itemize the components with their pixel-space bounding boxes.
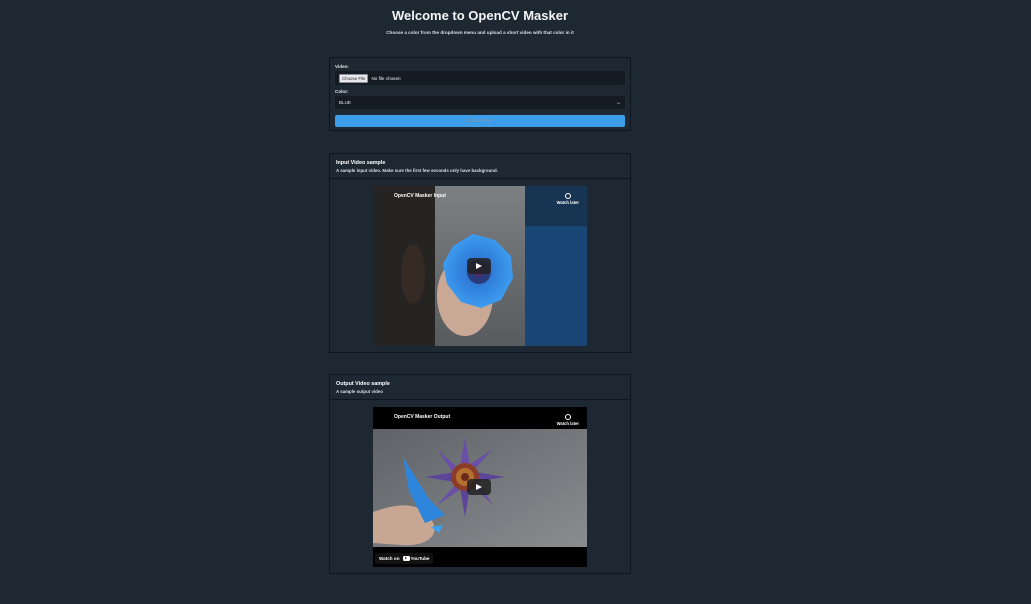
watch-on-youtube-button[interactable]: Watch on YouTube <box>375 553 434 564</box>
input-video-title: Input Video sample <box>336 160 386 166</box>
chevron-down-icon: ⌄ <box>614 100 623 106</box>
youtube-label: YouTube <box>410 556 430 561</box>
output-video-description: A sample output video <box>336 389 383 394</box>
output-video-player[interactable]: OpenCV Masker Output Watch later Watch o… <box>373 407 587 567</box>
input-video-player-title: OpenCV Masker Input <box>394 193 446 199</box>
youtube-logo: YouTube <box>402 556 430 561</box>
output-video-card-header: Output Video sample A sample output vide… <box>330 375 630 400</box>
watch-later-button[interactable]: Watch later <box>557 414 579 426</box>
video-file-input[interactable]: Choose File No file chosen <box>335 71 625 85</box>
clock-icon <box>564 414 571 420</box>
output-video-player-title: OpenCV Masker Output <box>394 414 451 420</box>
output-video-title: Output Video sample <box>336 381 390 387</box>
watch-on-label: Watch on <box>379 556 400 561</box>
upload-form-card: Video: Choose File No file chosen Color:… <box>329 57 631 131</box>
watch-later-button[interactable]: Watch later <box>557 193 579 205</box>
play-icon <box>476 263 482 269</box>
color-select[interactable]: BLUE ⌄ <box>335 96 625 109</box>
color-field-label: Color: <box>335 89 349 94</box>
play-button[interactable] <box>467 258 491 274</box>
watch-later-label: Watch later <box>556 200 579 205</box>
video-field-label: Video: <box>335 64 349 69</box>
input-video-card-header: Input Video sample A sample input video.… <box>330 154 630 179</box>
youtube-logo-icon <box>402 556 410 561</box>
input-video-card: Input Video sample A sample input video.… <box>329 153 631 353</box>
clock-icon <box>564 193 571 199</box>
upload-video-button[interactable]: Upload Video <box>335 114 625 127</box>
play-button[interactable] <box>467 479 491 495</box>
color-select-value: BLUE <box>339 100 352 105</box>
watch-later-label: Watch later <box>556 421 579 426</box>
page-subtitle: Choose a color from the dropdown menu an… <box>386 30 574 35</box>
play-icon <box>476 484 482 490</box>
input-video-player[interactable]: OpenCV Masker Input Watch later <box>373 186 587 346</box>
output-video-card: Output Video sample A sample output vide… <box>329 374 631 574</box>
input-video-description: A sample input video. Make sure the firs… <box>336 168 498 173</box>
page-title: Welcome to OpenCV Masker <box>391 8 569 23</box>
choose-file-button[interactable]: Choose File <box>339 73 369 83</box>
file-status-text: No file chosen <box>371 75 401 81</box>
